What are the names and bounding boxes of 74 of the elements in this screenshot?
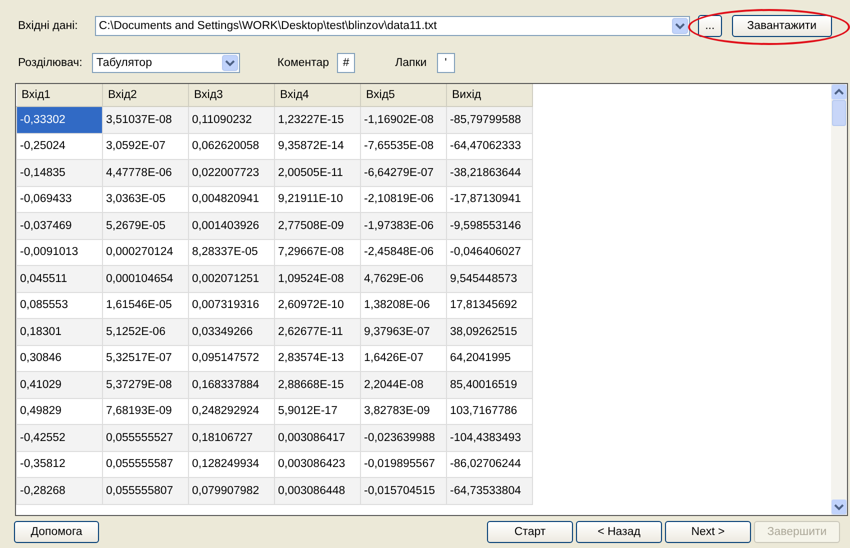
- table-cell: -1,97383E-06: [360, 212, 446, 239]
- table-cell: -0,015704515: [360, 478, 446, 504]
- scroll-thumb[interactable]: [832, 100, 846, 126]
- column-header[interactable]: Вихід: [446, 84, 532, 106]
- comment-field[interactable]: #: [337, 53, 356, 73]
- browse-button[interactable]: ...: [698, 15, 722, 37]
- column-header[interactable]: Вхід5: [360, 84, 446, 106]
- table-cell: -38,21863644: [446, 160, 532, 186]
- table-cell: 0,41029: [16, 372, 102, 398]
- table-cell: 1,09524E-08: [274, 266, 360, 292]
- table-cell: 2,2044E-08: [360, 372, 446, 398]
- quotes-field[interactable]: ': [436, 53, 455, 73]
- scroll-down-icon[interactable]: [831, 499, 847, 515]
- table-cell: 0,055555527: [102, 424, 188, 451]
- table-cell: -6,64279E-07: [360, 160, 446, 186]
- scroll-up-icon[interactable]: [831, 84, 847, 100]
- column-header[interactable]: Вхід3: [188, 84, 274, 106]
- table-cell: 0,18106727: [188, 424, 274, 451]
- table-cell: -104,4383493: [446, 424, 532, 451]
- table-cell: 0,003086448: [274, 478, 360, 504]
- table-cell: -9,598553146: [446, 212, 532, 239]
- table-cell: 0,18301: [16, 318, 102, 345]
- table-cell: 3,51037E-08: [102, 106, 188, 133]
- table-cell: 2,00505E-11: [274, 160, 360, 186]
- table-cell: 0,000104654: [102, 266, 188, 292]
- table-cell: 9,37963E-07: [360, 318, 446, 345]
- dropdown-icon[interactable]: [672, 18, 688, 34]
- table-cell: -0,14835: [16, 160, 102, 186]
- table-cell: -0,33302: [16, 106, 102, 133]
- table-cell: 2,88668E-15: [274, 372, 360, 398]
- table-cell: 5,1252E-06: [102, 318, 188, 345]
- separator-dropdown[interactable]: Табулятор: [92, 53, 240, 73]
- table-cell: -0,28268: [16, 478, 102, 504]
- table-cell: 38,09262515: [446, 318, 532, 345]
- table-cell: -0,037469: [16, 212, 102, 239]
- table-cell: 0,045511: [16, 266, 102, 292]
- table-cell: -85,79799588: [446, 106, 532, 133]
- table-cell: 0,002071251: [188, 266, 274, 292]
- dropdown-icon[interactable]: [222, 55, 238, 71]
- table-cell: 0,11090232: [188, 106, 274, 133]
- table-cell: 4,7629E-06: [360, 266, 446, 292]
- table-cell: 0,003086417: [274, 424, 360, 451]
- table-cell: 0,079907982: [188, 478, 274, 504]
- table-cell: 0,055555807: [102, 478, 188, 504]
- field-label: Вхідні дані:: [18, 20, 78, 32]
- column-header[interactable]: Вхід1: [16, 84, 102, 106]
- table-cell: 1,23227E-15: [274, 106, 360, 133]
- wizard-button[interactable]: < Назад: [576, 521, 662, 543]
- load-button[interactable]: Завантажити: [732, 15, 832, 37]
- table-cell: 2,77508E-09: [274, 212, 360, 239]
- field-label: Лапки: [395, 57, 427, 69]
- table-cell: -64,73533804: [446, 478, 532, 504]
- table-cell: 0,001403926: [188, 212, 274, 239]
- scrollbar[interactable]: [831, 84, 847, 515]
- table-cell: 0,03349266: [188, 318, 274, 345]
- table-cell: 0,168337884: [188, 372, 274, 398]
- help-button[interactable]: Допомога: [14, 521, 99, 543]
- table-cell: 5,2679E-05: [102, 212, 188, 239]
- table-cell: 2,62677E-11: [274, 318, 360, 345]
- table-cell: 9,545448573: [446, 266, 532, 292]
- table-cell: -0,42552: [16, 424, 102, 451]
- wizard-button[interactable]: Старт: [487, 521, 573, 543]
- table-cell: 5,37279E-08: [102, 372, 188, 398]
- table-cell: -0,023639988: [360, 424, 446, 451]
- table-cell: 4,47778E-06: [102, 160, 188, 186]
- field-label: Коментар: [277, 57, 330, 69]
- table-cell: 0,022007723: [188, 160, 274, 186]
- table-cell: -1,16902E-08: [360, 106, 446, 133]
- file-path-dropdown[interactable]: C:\Documents and Settings\WORK\Desktop\test\blinzov\data11.txt: [94, 16, 690, 36]
- column-header[interactable]: Вхід2: [102, 84, 188, 106]
- column-header[interactable]: Вхід4: [274, 84, 360, 106]
- table-cell: 85,40016519: [446, 372, 532, 398]
- field-label: Розділювач:: [18, 57, 82, 69]
- wizard-button[interactable]: Next >: [665, 521, 751, 543]
